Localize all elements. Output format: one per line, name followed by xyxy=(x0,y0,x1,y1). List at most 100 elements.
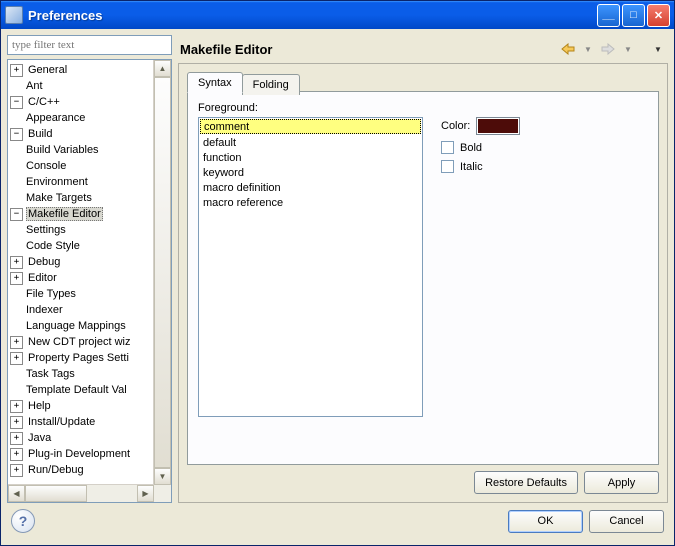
tree-spacer xyxy=(10,193,21,204)
tree-item[interactable]: +Editor xyxy=(8,270,154,286)
collapse-icon[interactable]: − xyxy=(10,208,23,221)
color-label: Color: xyxy=(441,120,470,132)
tree-item[interactable]: Template Default Val xyxy=(8,382,154,398)
list-item[interactable]: comment xyxy=(200,119,421,134)
list-item[interactable]: macro definition xyxy=(199,180,422,195)
tree-item-label: Build Variables xyxy=(24,144,101,156)
tree-item-label: C/C++ xyxy=(26,96,62,108)
tab-folding[interactable]: Folding xyxy=(242,74,300,95)
tree-item-label: Environment xyxy=(24,176,90,188)
tree-spacer xyxy=(10,177,21,188)
tree-item[interactable]: Task Tags xyxy=(8,366,154,382)
back-button[interactable] xyxy=(559,40,577,58)
expand-icon[interactable]: + xyxy=(10,400,23,413)
tree-item-label: Appearance xyxy=(24,112,87,124)
vertical-scrollbar[interactable]: ▲ ▼ xyxy=(153,60,171,485)
expand-icon[interactable]: + xyxy=(10,256,23,269)
token-list[interactable]: commentdefaultfunctionkeywordmacro defin… xyxy=(198,117,423,417)
tree-body[interactable]: +GeneralAnt−C/C++Appearance−BuildBuild V… xyxy=(8,60,154,485)
help-button[interactable]: ? xyxy=(11,509,35,533)
list-item[interactable]: keyword xyxy=(199,165,422,180)
expand-icon[interactable]: + xyxy=(10,272,23,285)
scroll-left-button[interactable]: ◀ xyxy=(8,485,25,502)
expand-icon[interactable]: + xyxy=(10,432,23,445)
tree-spacer xyxy=(10,241,21,252)
filter-input[interactable] xyxy=(7,35,172,55)
tree-item[interactable]: Language Mappings xyxy=(8,318,154,334)
tree-item[interactable]: Settings xyxy=(8,222,154,238)
tree-item-label: General xyxy=(26,64,69,76)
tree-item[interactable]: Build Variables xyxy=(8,142,154,158)
tree-item[interactable]: +Plug-in Development xyxy=(8,446,154,462)
tree-item-label: Editor xyxy=(26,272,59,284)
tree-item[interactable]: −Makefile Editor xyxy=(8,206,154,222)
tab-syntax[interactable]: Syntax xyxy=(187,72,243,93)
tree-item-label: Debug xyxy=(26,256,62,268)
list-item[interactable]: default xyxy=(199,135,422,150)
window-title: Preferences xyxy=(28,8,597,23)
tab-strip: Syntax Folding xyxy=(187,72,659,92)
tree-item[interactable]: +Install/Update xyxy=(8,414,154,430)
expand-icon[interactable]: + xyxy=(10,352,23,365)
tree-item-label: New CDT project wiz xyxy=(26,336,133,348)
tree-item-label: Build xyxy=(26,128,54,140)
bold-checkbox[interactable] xyxy=(441,141,454,154)
restore-defaults-button[interactable]: Restore Defaults xyxy=(474,471,578,494)
tree-item[interactable]: Appearance xyxy=(8,110,154,126)
tree-item[interactable]: +Property Pages Setti xyxy=(8,350,154,366)
italic-checkbox[interactable] xyxy=(441,160,454,173)
tree-spacer xyxy=(10,225,21,236)
list-item[interactable]: function xyxy=(199,150,422,165)
tree-spacer xyxy=(10,305,21,316)
back-menu-button[interactable]: ▼ xyxy=(579,40,597,58)
forward-menu-button[interactable]: ▼ xyxy=(619,40,637,58)
tree-item[interactable]: −C/C++ xyxy=(8,94,154,110)
collapse-icon[interactable]: − xyxy=(10,128,23,141)
apply-button[interactable]: Apply xyxy=(584,471,659,494)
close-button[interactable]: ✕ xyxy=(647,4,670,27)
color-swatch-button[interactable] xyxy=(476,117,520,135)
tree-item-label: Ant xyxy=(24,80,45,92)
title-bar[interactable]: Preferences __ □ ✕ xyxy=(1,1,674,29)
tree-item-label: Template Default Val xyxy=(24,384,129,396)
scroll-down-button[interactable]: ▼ xyxy=(154,468,171,485)
tree-item-label: Java xyxy=(26,432,53,444)
tree-item[interactable]: +Run/Debug xyxy=(8,462,154,478)
tree-item[interactable]: Environment xyxy=(8,174,154,190)
maximize-button[interactable]: □ xyxy=(622,4,645,27)
expand-icon[interactable]: + xyxy=(10,464,23,477)
tree-item[interactable]: +New CDT project wiz xyxy=(8,334,154,350)
tree-item[interactable]: Code Style xyxy=(8,238,154,254)
tree-item[interactable]: Console xyxy=(8,158,154,174)
tree-item-label: Console xyxy=(24,160,68,172)
tree-spacer xyxy=(10,145,21,156)
tree-item[interactable]: Make Targets xyxy=(8,190,154,206)
tree-item-label: Settings xyxy=(24,224,68,236)
scroll-up-button[interactable]: ▲ xyxy=(154,60,171,77)
syntax-panel: Foreground: commentdefaultfunctionkeywor… xyxy=(187,91,659,465)
tree-item[interactable]: File Types xyxy=(8,286,154,302)
view-menu-button[interactable]: ▼ xyxy=(649,40,667,58)
minimize-button[interactable]: __ xyxy=(597,4,620,27)
expand-icon[interactable]: + xyxy=(10,416,23,429)
tree-item[interactable]: +General xyxy=(8,62,154,78)
tree-item[interactable]: +Java xyxy=(8,430,154,446)
tree-item[interactable]: +Help xyxy=(8,398,154,414)
ok-button[interactable]: OK xyxy=(508,510,583,533)
tree-item[interactable]: Indexer xyxy=(8,302,154,318)
collapse-icon[interactable]: − xyxy=(10,96,23,109)
expand-icon[interactable]: + xyxy=(10,448,23,461)
tree-item-label: Indexer xyxy=(24,304,65,316)
scroll-right-button[interactable]: ▶ xyxy=(137,485,154,502)
list-item[interactable]: macro reference xyxy=(199,195,422,210)
tree-item[interactable]: −Build xyxy=(8,126,154,142)
horizontal-scrollbar[interactable]: ◀ ▶ xyxy=(8,484,154,502)
expand-icon[interactable]: + xyxy=(10,336,23,349)
tree-item-label: Makefile Editor xyxy=(26,207,103,221)
tree-item[interactable]: +Debug xyxy=(8,254,154,270)
tab-syntax-label: Syntax xyxy=(198,77,232,89)
cancel-button[interactable]: Cancel xyxy=(589,510,664,533)
tree-item-label: Code Style xyxy=(24,240,82,252)
tree-item[interactable]: Ant xyxy=(8,78,154,94)
expand-icon[interactable]: + xyxy=(10,64,23,77)
